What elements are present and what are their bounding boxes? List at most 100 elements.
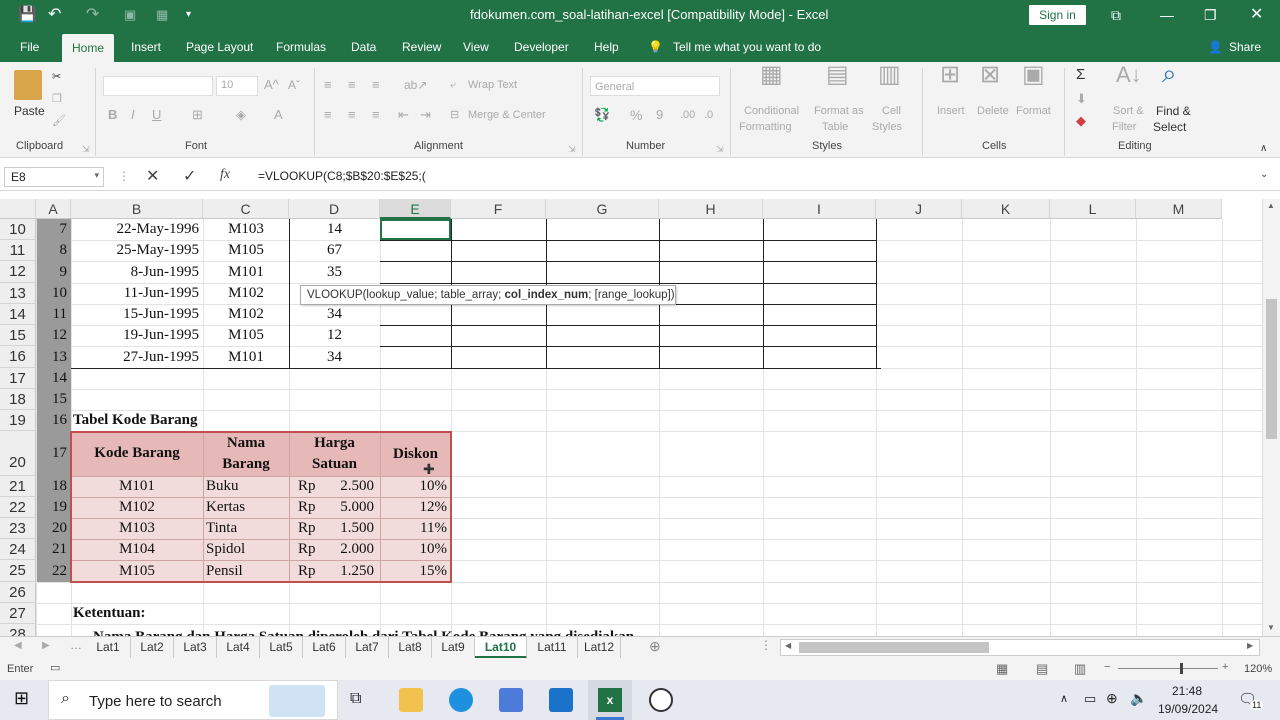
kode-25[interactable]: M105: [71, 560, 203, 582]
table-label[interactable]: Table: [822, 120, 848, 134]
header-harga-2[interactable]: Satuan: [289, 454, 380, 474]
redo-icon[interactable]: ↷: [86, 0, 99, 32]
function-tooltip[interactable]: VLOOKUP(lookup_value; table_array; col_i…: [300, 285, 676, 305]
column-header-k[interactable]: K: [962, 199, 1050, 219]
sheet-tab-lat9[interactable]: Lat9: [432, 637, 475, 659]
header-nama-1[interactable]: Nama: [203, 433, 289, 453]
cell-d-12[interactable]: 35: [289, 261, 380, 283]
column-header-b[interactable]: B: [71, 199, 203, 219]
row-header-21[interactable]: 21: [0, 476, 36, 497]
nama-24[interactable]: Spidol: [206, 539, 289, 560]
sheet-tab-lat12[interactable]: Lat12: [578, 637, 621, 659]
next-sheet-icon[interactable]: ▶: [42, 640, 50, 651]
cell-d-10[interactable]: 14: [289, 219, 380, 240]
harga-21[interactable]: 2.500: [320, 476, 374, 497]
cell-a-15[interactable]: 12: [37, 325, 67, 346]
insert-function-button[interactable]: fx: [220, 167, 230, 183]
align-center-icon[interactable]: ≡: [348, 108, 356, 122]
column-header-h[interactable]: H: [659, 199, 763, 219]
page-break-view-icon[interactable]: ▥: [1074, 661, 1086, 677]
format-cells-icon[interactable]: ▣: [1022, 63, 1045, 87]
font-color-icon[interactable]: A: [274, 108, 283, 122]
sheet-tab-lat4[interactable]: Lat4: [217, 637, 260, 659]
fill-color-icon[interactable]: ◈: [236, 108, 246, 122]
autosum-icon[interactable]: Σ: [1076, 67, 1085, 82]
insert-cells-button[interactable]: Insert: [937, 104, 965, 118]
insert-cells-icon[interactable]: ⊞: [940, 63, 960, 87]
cell-c-13[interactable]: M102: [203, 283, 289, 304]
cell-c-10[interactable]: M103: [203, 219, 289, 240]
conditional-formatting-icon[interactable]: ▦: [760, 63, 783, 87]
cell-c-14[interactable]: M102: [203, 304, 289, 325]
sheet-tab-lat10[interactable]: Lat10: [475, 637, 527, 659]
cell-a-11[interactable]: 8: [37, 240, 68, 261]
cell-d-14[interactable]: 34: [289, 304, 380, 325]
tab-insert[interactable]: Insert: [131, 32, 161, 62]
clock-time[interactable]: 21:48: [1172, 684, 1202, 698]
sheet-tab-lat7[interactable]: Lat7: [346, 637, 389, 659]
harga-22[interactable]: 5.000: [320, 497, 374, 518]
row-header-19[interactable]: 19: [0, 410, 36, 431]
format-as-label[interactable]: Format as: [814, 104, 864, 118]
cell-b-14[interactable]: 15-Jun-1995: [71, 304, 199, 325]
scroll-down-icon[interactable]: ▼: [1267, 623, 1275, 632]
vertical-scrollbar[interactable]: ▲ ▼: [1262, 199, 1280, 636]
cell-a-19[interactable]: 16: [37, 410, 67, 431]
prev-sheet-icon[interactable]: ◀: [14, 640, 22, 651]
h-scroll-thumb[interactable]: [799, 642, 989, 653]
font-size-select[interactable]: 10: [216, 76, 258, 96]
row-header-25[interactable]: 25: [0, 560, 36, 582]
grow-font-icon[interactable]: A^: [264, 78, 279, 92]
share-button[interactable]: Share: [1229, 32, 1261, 62]
format-as-table-icon[interactable]: ▤: [826, 63, 849, 87]
row-header-15[interactable]: 15: [0, 325, 36, 346]
cell-b-11[interactable]: 25-May-1995: [71, 240, 200, 261]
row-header-17[interactable]: 17: [0, 368, 36, 389]
increase-indent-icon[interactable]: ⇥: [420, 108, 431, 122]
more-sheets-icon[interactable]: …: [70, 638, 82, 652]
header-nama-2[interactable]: Barang: [203, 454, 289, 474]
page-layout-view-icon[interactable]: ▤: [1036, 661, 1048, 677]
maximize-icon[interactable]: ❐: [1204, 0, 1217, 32]
formatting-label[interactable]: Formatting: [739, 120, 792, 134]
sort-label[interactable]: Sort &: [1113, 104, 1144, 118]
tell-me-search[interactable]: Tell me what you want to do: [673, 32, 821, 62]
bold-icon[interactable]: B: [108, 108, 117, 122]
camera-icon[interactable]: ▣: [124, 0, 136, 32]
nama-23[interactable]: Tinta: [206, 518, 289, 539]
excel-taskbar-button[interactable]: x: [588, 680, 632, 720]
select-label[interactable]: Select: [1153, 120, 1186, 134]
cell-c-12[interactable]: M101: [203, 261, 289, 283]
cell-a-24[interactable]: 21: [37, 539, 67, 560]
sheet-tab-lat8[interactable]: Lat8: [389, 637, 432, 659]
form-icon[interactable]: ▦: [156, 0, 168, 32]
scroll-up-icon[interactable]: ▲: [1267, 201, 1275, 210]
normal-view-icon[interactable]: ▦: [996, 661, 1008, 677]
cell-a-22[interactable]: 19: [37, 497, 67, 518]
kode-22[interactable]: M102: [71, 497, 203, 518]
diskon-23[interactable]: 11%: [380, 518, 447, 539]
tab-help[interactable]: Help: [594, 32, 619, 62]
network-icon[interactable]: ⊕: [1106, 690, 1118, 707]
zoom-out-icon[interactable]: −: [1104, 661, 1110, 673]
cell-d-16[interactable]: 34: [289, 346, 380, 368]
taskbar-search[interactable]: ⌕ Type here to search: [48, 680, 338, 720]
alignment-launcher-icon[interactable]: ⇲: [568, 142, 576, 156]
new-sheet-icon[interactable]: ⊕: [649, 638, 661, 655]
cell-b-15[interactable]: 19-Jun-1995: [71, 325, 199, 346]
edge-icon[interactable]: [449, 688, 473, 712]
kode-24[interactable]: M104: [71, 539, 203, 560]
row-header-11[interactable]: 11: [0, 240, 36, 261]
increase-decimal-icon[interactable]: .00: [680, 108, 695, 122]
merge-center-button[interactable]: Merge & Center: [468, 108, 546, 122]
format-painter-icon[interactable]: 🖌: [52, 114, 66, 128]
sheet-tab-lat5[interactable]: Lat5: [260, 637, 303, 659]
cell-b-16[interactable]: 27-Jun-1995: [71, 346, 199, 368]
ketentuan-line-1[interactable]: Nama Barang dan Harga Satuan diperoleh d…: [93, 624, 793, 636]
cell-d-11[interactable]: 67: [289, 240, 380, 261]
battery-icon[interactable]: ▭: [1084, 691, 1096, 707]
horizontal-scrollbar[interactable]: ◀ ▶: [780, 639, 1260, 656]
paste-button[interactable]: Paste: [14, 104, 45, 118]
row-header-13[interactable]: 13: [0, 283, 36, 304]
column-header-g[interactable]: G: [546, 199, 659, 219]
